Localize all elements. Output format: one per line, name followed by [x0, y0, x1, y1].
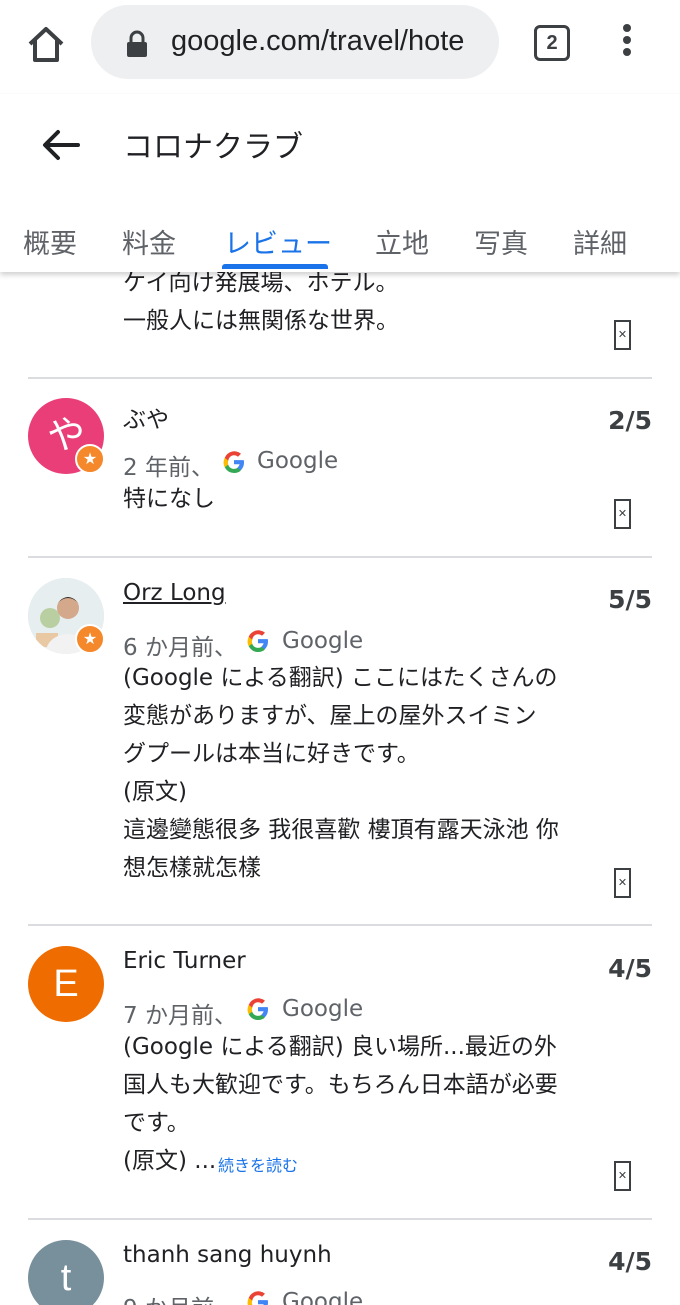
review-score: 2/5 [608, 406, 652, 435]
review-text-line: グプールは本当に好きです。 [123, 741, 420, 767]
page-title: コロナクラブ [123, 130, 303, 165]
google-g-icon [245, 628, 271, 654]
url-bar[interactable]: google.com/travel/hote [91, 5, 499, 79]
review-text-line: 想怎樣就怎樣 [123, 855, 261, 881]
review-time: 2 年前、 [123, 455, 214, 481]
reviewer-name[interactable]: Orz Long [123, 580, 226, 606]
tab-location[interactable]: 立地 [375, 222, 429, 261]
reviewer-name[interactable]: ぶや [123, 400, 169, 434]
divider [28, 377, 652, 379]
review-source: Google [282, 996, 364, 1022]
tab-photos[interactable]: 写真 [474, 222, 528, 261]
google-g-icon [245, 996, 271, 1022]
review-text-line: (Google による翻訳) 良い場所...最近の外 [123, 1034, 557, 1060]
review-time: 9 か月前、 [123, 1289, 237, 1305]
review-score: 5/5 [608, 585, 652, 614]
tab-prices[interactable]: 料金 [122, 222, 176, 261]
divider [28, 556, 652, 558]
tab-overview[interactable]: 概要 [23, 222, 77, 261]
browser-toolbar: google.com/travel/hote 2 [0, 0, 680, 94]
hotel-header: コロナクラブ 概要 料金 レビュー 立地 写真 詳細 [0, 94, 680, 272]
lock-icon [125, 30, 149, 58]
more-vert-icon[interactable] [618, 24, 636, 60]
google-g-icon [221, 449, 247, 475]
review-original-prefix: (原文) ... [123, 1148, 217, 1174]
avatar[interactable]: t [28, 1240, 104, 1305]
review-text-line: 一般人には無関係な世界。 [123, 308, 399, 334]
flag-icon[interactable]: ✕ [614, 499, 631, 529]
google-g-icon [245, 1289, 271, 1305]
review-source: Google [282, 1289, 364, 1305]
local-guide-star-icon: ★ [75, 444, 105, 474]
review-time: 7 か月前、 [123, 1003, 237, 1029]
review-text-line: (Google による翻訳) ここにはたくさんの [123, 665, 558, 691]
flag-icon[interactable]: ✕ [614, 1161, 631, 1191]
review-text-line: 国人も大歓迎です。もちろん日本語が必要 [123, 1072, 558, 1098]
review-score: 4/5 [608, 1247, 652, 1276]
review-score: 4/5 [608, 954, 652, 983]
review-text-line: 特になし [123, 486, 215, 512]
home-icon[interactable] [24, 22, 68, 66]
review-time: 6 か月前、 [123, 635, 237, 661]
avatar[interactable]: E [28, 946, 104, 1022]
review-source: Google [282, 628, 364, 654]
active-tab-indicator [222, 264, 328, 269]
reviewer-name[interactable]: Eric Turner [123, 948, 246, 974]
review-text-line: です。 [123, 1110, 190, 1136]
divider [28, 1218, 652, 1220]
review-source: Google [257, 448, 339, 474]
review-list[interactable]: ケイ向け発展場、ホテル。 一般人には無関係な世界。 ✕ や ★ ぶや 2/5 2… [0, 272, 680, 1305]
flag-icon[interactable]: ✕ [614, 868, 631, 898]
tab-details[interactable]: 詳細 [573, 222, 627, 261]
review-text-line: 這邊變態很多 我很喜歡 樓頂有露天泳池 你 [123, 817, 559, 843]
review-text-line: ケイ向け発展場、ホテル。 [123, 272, 399, 296]
tabs-icon[interactable]: 2 [534, 25, 570, 61]
reviewer-name[interactable]: thanh sang huynh [123, 1242, 332, 1268]
back-arrow-icon[interactable] [40, 127, 82, 163]
url-text: google.com/travel/hote [171, 25, 465, 57]
review-text-line: 変態がありますが、屋上の屋外スイミン [123, 703, 537, 729]
read-more-link[interactable]: 続きを読む [218, 1152, 298, 1176]
review-text-line: (原文) [123, 779, 187, 805]
flag-icon[interactable]: ✕ [614, 320, 631, 350]
local-guide-star-icon: ★ [75, 624, 105, 654]
divider [28, 924, 652, 926]
tab-reviews[interactable]: レビュー [224, 222, 332, 261]
